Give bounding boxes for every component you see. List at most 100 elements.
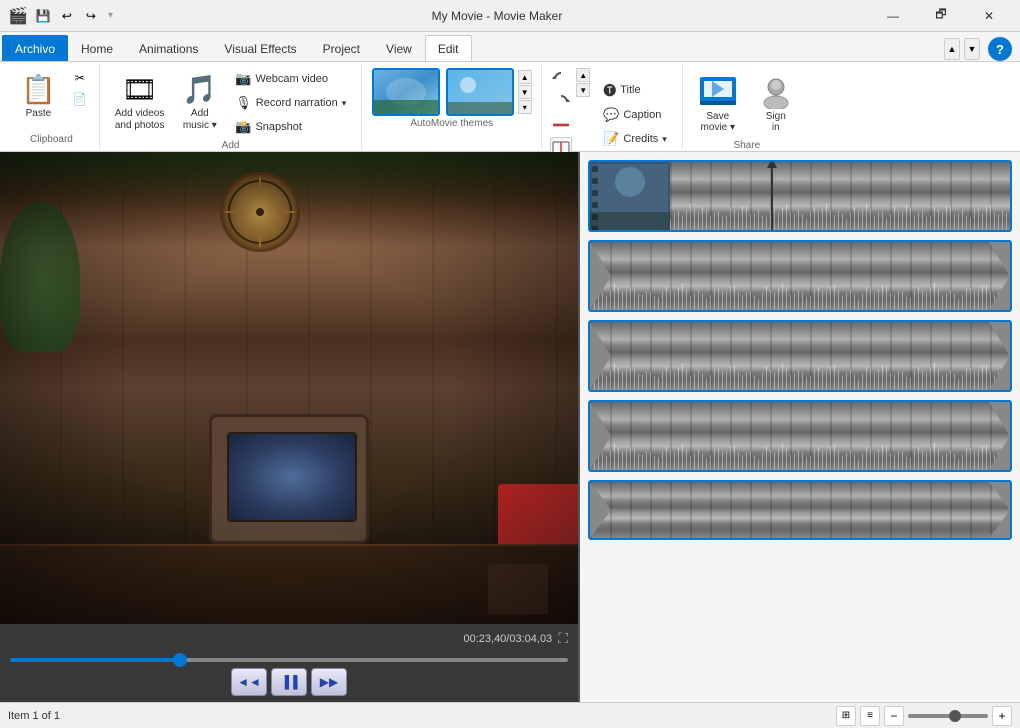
timeline-clip-2[interactable] bbox=[588, 240, 1012, 312]
zoom-slider[interactable] bbox=[908, 714, 988, 718]
cut-button[interactable]: ✂ bbox=[69, 68, 91, 88]
add-videos-button[interactable]: 🎞 Add videosand photos bbox=[108, 68, 172, 137]
sign-in-icon bbox=[756, 73, 796, 109]
tab-animations[interactable]: Animations bbox=[126, 35, 211, 61]
tab-project[interactable]: Project bbox=[310, 35, 373, 61]
ribbon-nav-down[interactable]: ▼ bbox=[964, 38, 980, 60]
timeline-scroll[interactable] bbox=[580, 152, 1020, 702]
play-pause-button[interactable]: ▐▐ bbox=[271, 668, 307, 696]
editing-content: ▲ ▼ 🅣 Title 💬 Caption 📝 Credits ▾ bbox=[550, 68, 674, 159]
add-label: Add bbox=[222, 140, 240, 151]
view-btn-2[interactable]: ≡ bbox=[860, 706, 880, 726]
video-preview bbox=[0, 152, 578, 624]
tab-edit[interactable]: Edit bbox=[425, 35, 472, 61]
status-right: ⊞ ≡ − + bbox=[836, 706, 1012, 726]
credits-button[interactable]: 📝 Credits ▾ bbox=[596, 128, 674, 150]
next-icon: ▶▶ bbox=[320, 675, 338, 689]
clip-3-content bbox=[590, 322, 1010, 390]
theme-2-button[interactable] bbox=[446, 68, 514, 116]
title-bar: 🎬 💾 ↩ ↪ ▾ My Movie - Movie Maker Video T… bbox=[0, 0, 1020, 32]
automovie-group: ▲ ▼ ▾ AutoMovie themes bbox=[362, 64, 542, 149]
snapshot-button[interactable]: 📸 Snapshot bbox=[228, 116, 353, 138]
save-button[interactable]: 💾 bbox=[32, 5, 54, 27]
seek-bar[interactable] bbox=[10, 658, 568, 662]
rotate-right-icon bbox=[552, 93, 570, 111]
rotate-left-button[interactable] bbox=[550, 68, 572, 90]
webcam-icon: 📷 bbox=[235, 71, 251, 87]
caption-label: Caption bbox=[623, 109, 661, 121]
timeline-pane bbox=[580, 152, 1020, 702]
clip-1-waveform bbox=[670, 162, 1010, 230]
ribbon-nav-up[interactable]: ▲ bbox=[944, 38, 960, 60]
clipboard-group: 📋 Paste ✂ 📄 Clipboard bbox=[4, 64, 100, 149]
timeline-clip-1[interactable] bbox=[588, 160, 1012, 232]
tab-visual-effects[interactable]: Visual Effects bbox=[211, 35, 309, 61]
ribbon: 📋 Paste ✂ 📄 Clipboard 🎞 Add videosand ph… bbox=[0, 62, 1020, 152]
redo-button[interactable]: ↪ bbox=[80, 5, 102, 27]
sign-in-label: Signin bbox=[766, 111, 786, 133]
add-videos-label: Add videosand photos bbox=[115, 108, 165, 132]
sign-in-button[interactable]: Signin bbox=[749, 68, 803, 138]
zoom-out-button[interactable]: − bbox=[884, 706, 904, 726]
save-movie-icon bbox=[698, 73, 738, 109]
help-button[interactable]: ? bbox=[988, 37, 1012, 61]
zoom-out-icon: − bbox=[890, 709, 897, 723]
add-videos-icon: 🎞 bbox=[122, 73, 158, 106]
timecode: 00:23,40/03:04,03 bbox=[463, 633, 552, 645]
webcam-video-button[interactable]: 📷 Webcam video bbox=[228, 68, 353, 90]
timeline-clip-5[interactable] bbox=[588, 480, 1012, 540]
credits-dropdown: ▾ bbox=[662, 134, 667, 145]
tab-archivo[interactable]: Archivo bbox=[2, 35, 68, 61]
minimize-button[interactable]: — bbox=[870, 0, 916, 32]
themes-scroll-up[interactable]: ▲ bbox=[518, 70, 532, 84]
trim-button[interactable] bbox=[550, 114, 572, 136]
main-content: 00:23,40/03:04,03 ⛶ ◄◄ ▐▐ ▶▶ bbox=[0, 152, 1020, 702]
fullscreen-button[interactable]: ⛶ bbox=[558, 630, 568, 647]
credits-label: Credits bbox=[623, 133, 658, 145]
app-icon: 🎬 bbox=[8, 6, 28, 26]
qat-dropdown[interactable]: ▾ bbox=[108, 10, 113, 21]
theme-2-preview bbox=[448, 70, 512, 114]
theme-2-image bbox=[448, 70, 512, 114]
view-btn-1[interactable]: ⊞ bbox=[836, 706, 856, 726]
playback-controls: ◄◄ ▐▐ ▶▶ bbox=[10, 668, 568, 696]
next-frame-button[interactable]: ▶▶ bbox=[311, 668, 347, 696]
add-content: 🎞 Add videosand photos 🎵 Addmusic ▾ 📷 We… bbox=[108, 68, 353, 138]
undo-button[interactable]: ↩ bbox=[56, 5, 78, 27]
editing-text-buttons: 🅣 Title 💬 Caption 📝 Credits ▾ bbox=[596, 68, 674, 159]
ribbon-tabs: Archivo Home Animations Visual Effects P… bbox=[0, 32, 1020, 62]
themes-dropdown[interactable]: ▾ bbox=[518, 100, 532, 114]
clip-1-image bbox=[590, 162, 670, 232]
close-button[interactable]: ✕ bbox=[966, 0, 1012, 32]
add-music-button[interactable]: 🎵 Addmusic ▾ bbox=[175, 68, 224, 137]
record-narration-button[interactable]: 🎙 Record narration ▾ bbox=[228, 92, 353, 114]
prev-frame-button[interactable]: ◄◄ bbox=[231, 668, 267, 696]
time-display: 00:23,40/03:04,03 ⛶ bbox=[10, 630, 568, 647]
timeline-clip-3[interactable] bbox=[588, 320, 1012, 392]
timeline-clip-4[interactable] bbox=[588, 400, 1012, 472]
caption-button[interactable]: 💬 Caption bbox=[596, 104, 674, 126]
trim-icon bbox=[552, 116, 570, 134]
pause-icon: ▐▐ bbox=[280, 675, 297, 689]
item-count: Item 1 of 1 bbox=[8, 710, 60, 722]
editing-icons bbox=[550, 68, 572, 159]
rotate-right-button[interactable] bbox=[550, 91, 572, 113]
editing-scroll-down[interactable]: ▼ bbox=[576, 83, 590, 97]
tab-home[interactable]: Home bbox=[68, 35, 126, 61]
automovie-label: AutoMovie themes bbox=[410, 118, 493, 129]
theme-1-button[interactable] bbox=[372, 68, 440, 116]
tab-view[interactable]: View bbox=[373, 35, 425, 61]
copy-button[interactable]: 📄 bbox=[69, 89, 91, 109]
vignette bbox=[0, 152, 578, 624]
title-button[interactable]: 🅣 Title bbox=[596, 77, 674, 102]
paste-button[interactable]: 📋 Paste bbox=[12, 68, 65, 124]
clipboard-content: 📋 Paste ✂ 📄 bbox=[12, 68, 91, 132]
add-music-icon: 🎵 bbox=[182, 73, 217, 106]
save-movie-button[interactable]: Savemovie ▾ bbox=[691, 68, 745, 138]
zoom-in-button[interactable]: + bbox=[992, 706, 1012, 726]
editing-scroll-up[interactable]: ▲ bbox=[576, 68, 590, 82]
window-title: My Movie - Movie Maker bbox=[124, 9, 870, 23]
maximize-button[interactable]: 🗗 bbox=[918, 0, 964, 32]
clipboard-label: Clipboard bbox=[30, 134, 73, 145]
themes-scroll-down[interactable]: ▼ bbox=[518, 85, 532, 99]
